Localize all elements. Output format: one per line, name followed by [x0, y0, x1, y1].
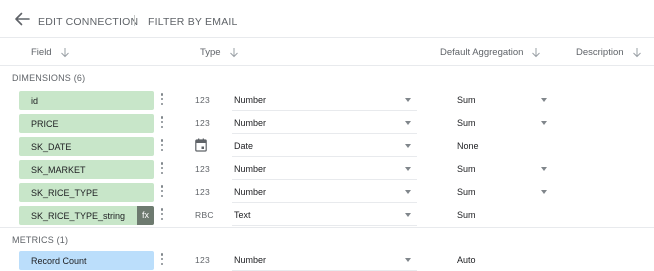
type-select[interactable]: Number — [234, 95, 266, 105]
number-type-icon: 123 — [195, 164, 211, 174]
chevron-down-icon[interactable] — [405, 258, 411, 262]
table-row: SK_DATE Date None — [0, 135, 654, 158]
table-row: PRICE 123 Number Sum — [0, 112, 654, 135]
type-select-underline — [232, 156, 417, 157]
text-type-icon: RBC — [195, 210, 214, 220]
aggregation-select[interactable]: Sum — [457, 118, 476, 128]
default-aggregation-column-label: Default Aggregation — [440, 47, 524, 58]
arrow-down-icon — [229, 48, 238, 58]
more-vert-icon[interactable] — [158, 162, 166, 177]
field-chip-price[interactable]: PRICE — [19, 114, 154, 133]
type-select[interactable]: Date — [234, 141, 253, 151]
field-column-label: Field — [31, 47, 52, 58]
field-chip-label: SK_RICE_TYPE_string — [31, 211, 126, 221]
column-header-row: Field Type Default Aggregation Descripti… — [0, 38, 654, 66]
type-column-label: Type — [200, 47, 221, 58]
type-select-underline — [232, 179, 417, 180]
chevron-down-icon[interactable] — [405, 121, 411, 125]
arrow-down-icon — [632, 48, 641, 58]
field-column-header[interactable]: Field — [31, 47, 70, 58]
arrow-down-icon — [532, 48, 541, 58]
aggregation-select[interactable]: Sum — [457, 164, 476, 174]
field-chip-id[interactable]: id — [19, 91, 154, 110]
more-vert-icon[interactable] — [158, 93, 166, 108]
filter-by-email-link[interactable]: FILTER BY EMAIL — [148, 16, 238, 28]
arrow-down-icon — [60, 48, 69, 58]
table-row: SK_RICE_TYPE 123 Number Sum — [0, 181, 654, 204]
type-select-underline — [232, 133, 417, 134]
calendar-icon — [195, 138, 207, 152]
table-row: SK_RICE_TYPE_string fx RBC Text Sum — [0, 204, 654, 227]
metrics-section-label: METRICS (1) — [12, 235, 69, 245]
table-row: Record Count 123 Number Auto — [0, 249, 654, 271]
breadcrumb-divider — [134, 15, 135, 26]
chevron-down-icon[interactable] — [405, 98, 411, 102]
calculated-field-fx-icon: fx — [137, 206, 154, 225]
table-row: id 123 Number Sum — [0, 89, 654, 112]
type-select[interactable]: Number — [234, 118, 266, 128]
chevron-down-icon[interactable] — [405, 167, 411, 171]
top-bar: EDIT CONNECTION FILTER BY EMAIL — [0, 0, 654, 38]
chevron-down-icon[interactable] — [405, 213, 411, 217]
field-chip-sk-market[interactable]: SK_MARKET — [19, 160, 154, 179]
number-type-icon: 123 — [195, 118, 211, 128]
type-select[interactable]: Number — [234, 255, 266, 265]
field-chip-sk-date[interactable]: SK_DATE — [19, 137, 154, 156]
type-select[interactable]: Number — [234, 187, 266, 197]
description-column-label: Description — [576, 47, 624, 58]
chevron-down-icon[interactable] — [541, 121, 547, 125]
more-vert-icon[interactable] — [158, 116, 166, 131]
field-chip-sk-rice-type-string[interactable]: SK_RICE_TYPE_string fx — [19, 206, 154, 225]
type-select[interactable]: Text — [234, 210, 251, 220]
chevron-down-icon[interactable] — [541, 98, 547, 102]
dimensions-section-label: DIMENSIONS (6) — [12, 73, 86, 83]
section-divider — [0, 227, 654, 228]
chevron-down-icon[interactable] — [541, 190, 547, 194]
number-type-icon: 123 — [195, 95, 211, 105]
type-column-header[interactable]: Type — [200, 47, 239, 58]
field-chip-record-count[interactable]: Record Count — [19, 251, 154, 270]
aggregation-select[interactable]: Auto — [457, 255, 476, 265]
description-column-header[interactable]: Description — [576, 47, 642, 58]
table-row: SK_MARKET 123 Number Sum — [0, 158, 654, 181]
default-aggregation-column-header[interactable]: Default Aggregation — [440, 47, 541, 58]
chevron-down-icon[interactable] — [405, 144, 411, 148]
aggregation-select[interactable]: Sum — [457, 210, 476, 220]
type-select-underline — [232, 202, 417, 203]
type-select-underline — [232, 225, 417, 226]
chevron-down-icon[interactable] — [541, 167, 547, 171]
type-select[interactable]: Number — [234, 164, 266, 174]
aggregation-select[interactable]: None — [457, 141, 479, 151]
field-chip-sk-rice-type[interactable]: SK_RICE_TYPE — [19, 183, 154, 202]
number-type-icon: 123 — [195, 187, 211, 197]
more-vert-icon[interactable] — [158, 185, 166, 200]
more-vert-icon[interactable] — [158, 208, 166, 223]
aggregation-select[interactable]: Sum — [457, 95, 476, 105]
aggregation-select[interactable]: Sum — [457, 187, 476, 197]
arrow-left-icon[interactable] — [14, 12, 30, 26]
more-vert-icon[interactable] — [158, 253, 166, 268]
chevron-down-icon[interactable] — [405, 190, 411, 194]
edit-connection-link[interactable]: EDIT CONNECTION — [38, 16, 138, 28]
more-vert-icon[interactable] — [158, 139, 166, 154]
number-type-icon: 123 — [195, 255, 211, 265]
type-select-underline — [232, 110, 417, 111]
